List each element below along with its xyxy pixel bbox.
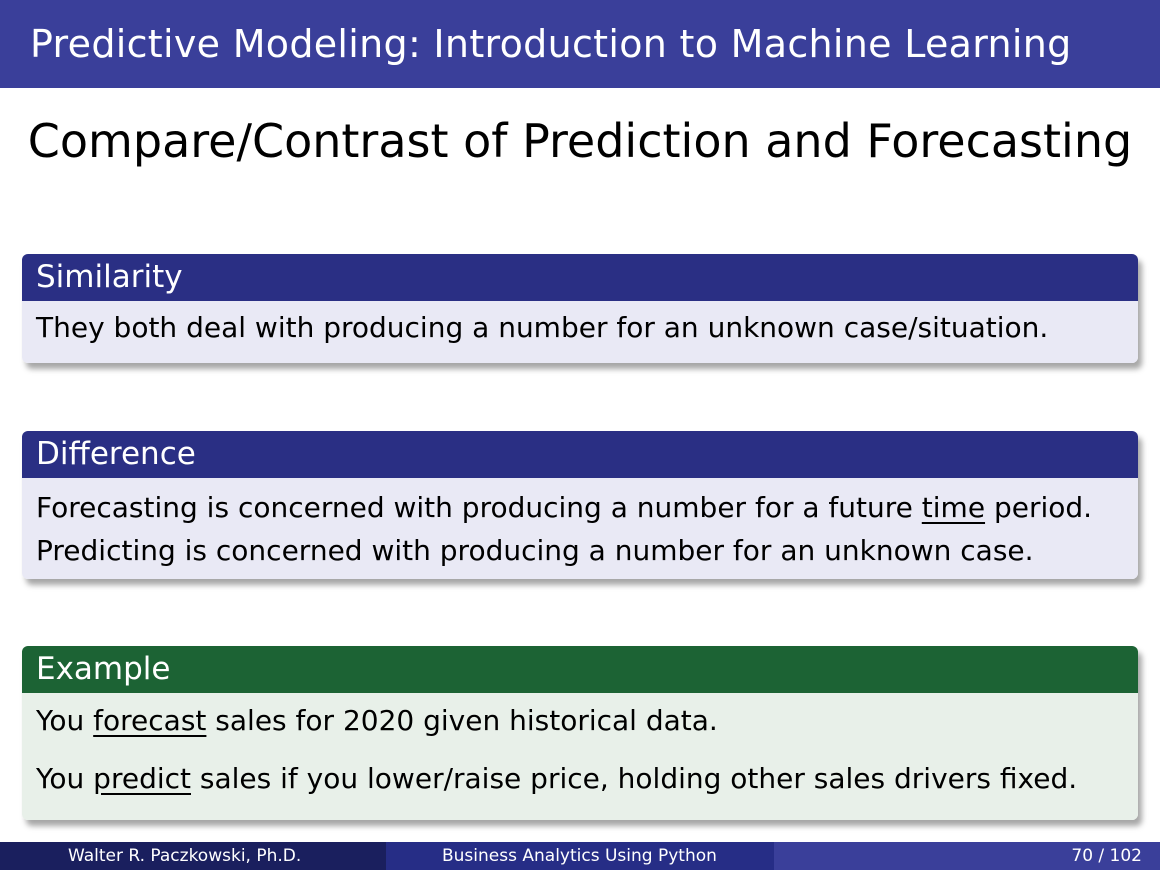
underlined-word-time: time: [921, 491, 986, 524]
similarity-text: They both deal with producing a number f…: [22, 301, 1138, 363]
example-line1-start: You: [36, 704, 94, 737]
example-line-forecast: You forecast sales for 2020 given histor…: [36, 699, 1138, 757]
example-heading: Example: [22, 646, 1138, 693]
underlined-word-predict: predict: [93, 762, 191, 795]
footer-author: Walter R. Paczkowski, Ph.D.: [0, 842, 386, 870]
similarity-block: Similarity They both deal with producing…: [22, 254, 1138, 363]
slide-title: Compare/Contrast of Prediction and Forec…: [27, 114, 1133, 168]
example-line2-start: You: [36, 762, 94, 795]
difference-line1-text: Forecasting is concerned with producing …: [36, 491, 922, 524]
difference-line-predicting: Predicting is concerned with producing a…: [36, 534, 1034, 567]
example-line2-end: sales if you lower/raise price, holding …: [191, 762, 1078, 795]
slide-header-bar: Predictive Modeling: Introduction to Mac…: [0, 0, 1160, 88]
difference-block: Difference Forecasting is concerned with…: [22, 431, 1138, 579]
slide-footer: Walter R. Paczkowski, Ph.D. Business Ana…: [0, 842, 1160, 870]
difference-heading: Difference: [22, 431, 1138, 478]
example-block: Example You forecast sales for 2020 give…: [22, 646, 1138, 820]
footer-page-number: 70 / 102: [774, 842, 1160, 870]
difference-body: Forecasting is concerned with producing …: [22, 478, 1138, 579]
similarity-heading: Similarity: [22, 254, 1138, 301]
difference-line-forecasting: Forecasting is concerned with producing …: [36, 486, 1138, 529]
underlined-word-forecast: forecast: [93, 704, 207, 737]
example-body: You forecast sales for 2020 given histor…: [22, 693, 1138, 820]
presentation-title: Predictive Modeling: Introduction to Mac…: [30, 22, 1072, 66]
difference-line1-end: period.: [985, 491, 1093, 524]
example-line-predict: You predict sales if you lower/raise pri…: [36, 757, 1138, 801]
footer-course-title: Business Analytics Using Python: [386, 842, 774, 870]
example-line1-end: sales for 2020 given historical data.: [206, 704, 718, 737]
